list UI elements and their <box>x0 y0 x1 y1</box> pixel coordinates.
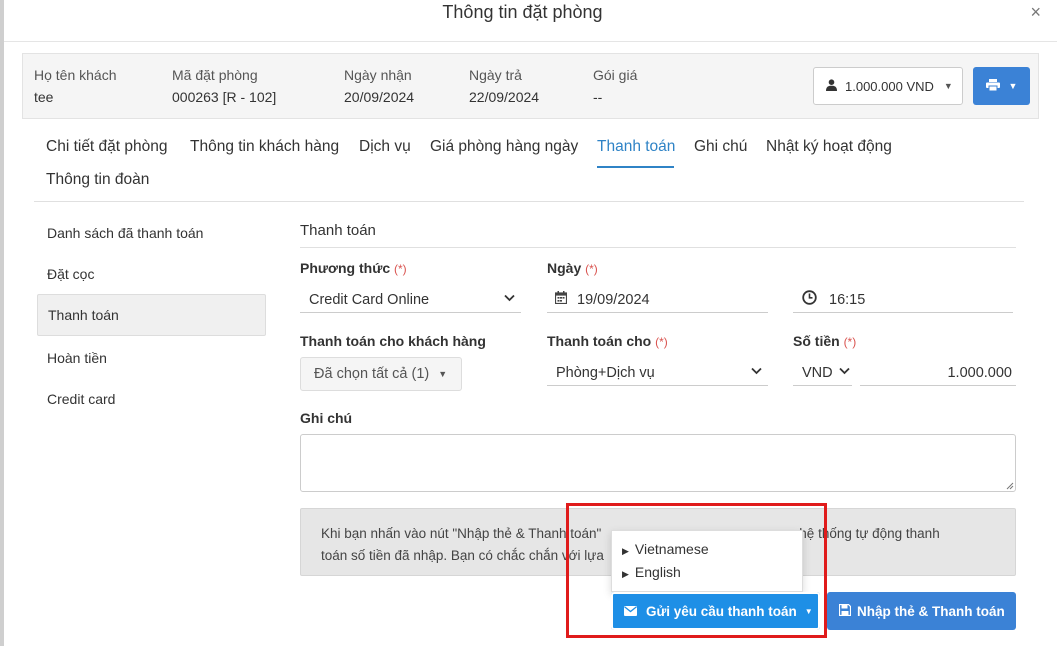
modal-header: Thông tin đặt phòng × <box>4 0 1057 42</box>
divider <box>300 247 1016 248</box>
caret-down-icon: ▼ <box>438 369 448 379</box>
user-icon <box>826 78 837 94</box>
amount-input[interactable]: 1.000.000 <box>860 360 1016 386</box>
amount-value: 1.000.000 <box>947 364 1012 381</box>
tab-payment[interactable]: Thanh toán <box>597 138 675 156</box>
sidebar-item-payment[interactable]: Thanh toán <box>37 294 266 336</box>
save-icon <box>838 603 852 619</box>
guest-name-value: tee <box>34 89 54 105</box>
currency-value: VND <box>802 364 833 381</box>
caret-right-icon: ▶ <box>622 546 629 556</box>
tab-booking-details[interactable]: Chi tiết đặt phòng <box>46 138 168 156</box>
guest-multiselect-button[interactable]: Đã chọn tất cả (1) ▼ <box>300 357 462 391</box>
language-option-vietnamese[interactable]: ▶ Vietnamese <box>622 541 709 557</box>
pay-for-select[interactable]: Phòng+Dịch vụ <box>547 360 768 386</box>
pay-for-value: Phòng+Dịch vụ <box>556 364 655 381</box>
rate-plan-label: Gói giá <box>593 67 638 83</box>
rate-plan-block: Gói giá -- <box>593 67 637 105</box>
amount-label: Số tiền (*) <box>793 333 857 349</box>
caret-down-icon: ▼ <box>943 81 953 91</box>
checkout-label: Ngày trả <box>469 67 522 83</box>
method-label: Phương thức (*) <box>300 260 407 276</box>
modal-title: Thông tin đặt phòng <box>442 2 603 22</box>
guest-multiselect-value: Đã chọn tất cả (1) <box>314 366 430 382</box>
sidebar-item-deposit[interactable]: Đặt cọc <box>37 253 266 295</box>
language-option-english[interactable]: ▶ English <box>622 564 681 580</box>
enter-card-and-pay-label: Nhập thẻ & Thanh toán <box>857 603 1005 619</box>
sidebar-item-label: Hoàn tiền <box>47 350 107 366</box>
envelope-icon <box>624 604 637 619</box>
date-input[interactable]: 19/09/2024 <box>547 287 768 313</box>
caret-down-icon: ▼ <box>1008 81 1018 91</box>
price-dropdown-button[interactable]: 1.000.000 VND ▼ <box>813 67 963 105</box>
sidebar-item-label: Credit card <box>47 391 116 407</box>
pay-for-label: Thanh toán cho (*) <box>547 333 668 349</box>
price-label: 1.000.000 VND <box>845 78 934 94</box>
checkin-label: Ngày nhận <box>344 67 412 83</box>
guest-name-block: Họ tên khách tee <box>34 67 117 105</box>
booking-code-block: Mã đặt phòng 000263 [R - 102] <box>172 67 276 105</box>
active-tab-indicator <box>597 166 674 168</box>
booking-code-label: Mã đặt phòng <box>172 67 258 83</box>
booking-summary: Họ tên khách tee Mã đặt phòng 000263 [R … <box>22 53 1039 119</box>
tab-daily-rates[interactable]: Giá phòng hàng ngày <box>430 138 578 156</box>
tab-activity-log[interactable]: Nhật ký hoạt động <box>766 138 892 156</box>
caret-down-icon: ▼ <box>804 606 813 616</box>
sidebar-item-label: Thanh toán <box>48 307 119 323</box>
time-input[interactable]: 16:15 <box>793 287 1013 313</box>
tab-customer-info[interactable]: Thông tin khách hàng <box>190 138 339 156</box>
send-payment-request-label: Gửi yêu cầu thanh toán <box>646 603 797 619</box>
note-label: Ghi chú <box>300 410 353 426</box>
checkin-value: 20/09/2024 <box>344 89 415 105</box>
clock-icon <box>802 290 817 309</box>
guest-name-label: Họ tên khách <box>34 67 117 83</box>
sidebar-item-refund[interactable]: Hoàn tiền <box>37 337 266 379</box>
chevron-down-icon <box>839 364 850 378</box>
checkout-value: 22/09/2024 <box>469 89 540 105</box>
date-label: Ngày (*) <box>547 260 598 276</box>
checkout-block: Ngày trả 22/09/2024 <box>469 67 539 105</box>
sidebar-item-label: Đặt cọc <box>47 266 95 282</box>
tab-group-info[interactable]: Thông tin đoàn <box>46 171 149 189</box>
caret-right-icon: ▶ <box>622 569 629 579</box>
date-value: 19/09/2024 <box>577 291 650 308</box>
booking-tabs: Chi tiết đặt phòng Thông tin khách hàng … <box>34 128 1024 202</box>
time-value: 16:15 <box>829 291 866 308</box>
checkin-block: Ngày nhận 20/09/2024 <box>344 67 414 105</box>
close-button[interactable]: × <box>1030 2 1041 23</box>
calendar-icon <box>554 291 568 308</box>
chevron-down-icon <box>504 291 515 305</box>
language-dropdown-menu: ▶ Vietnamese ▶ English <box>611 530 803 592</box>
payment-method-select[interactable]: Credit Card Online <box>300 287 521 313</box>
print-dropdown-button[interactable]: ▼ <box>973 67 1030 105</box>
payment-method-value: Credit Card Online <box>309 291 430 308</box>
currency-select[interactable]: VND <box>793 360 852 386</box>
chevron-down-icon <box>751 364 762 378</box>
pay-for-guest-label: Thanh toán cho khách hàng <box>300 333 486 349</box>
sidebar-item-paid-list[interactable]: Danh sách đã thanh toán <box>37 212 266 254</box>
tab-notes[interactable]: Ghi chú <box>694 138 747 156</box>
printer-icon <box>985 78 1000 94</box>
rate-plan-value: -- <box>593 89 603 105</box>
resize-handle-icon[interactable] <box>1006 482 1014 490</box>
booking-code-value: 000263 [R - 102] <box>172 89 277 105</box>
sidebar-item-credit-card[interactable]: Credit card <box>37 378 266 420</box>
note-textarea[interactable] <box>300 434 1016 492</box>
booking-info-modal: Thông tin đặt phòng × Họ tên khách tee M… <box>4 0 1057 646</box>
tab-services[interactable]: Dịch vụ <box>359 138 411 156</box>
sidebar-item-label: Danh sách đã thanh toán <box>47 225 204 241</box>
send-payment-request-button[interactable]: Gửi yêu cầu thanh toán ▼ <box>611 592 820 630</box>
section-title: Thanh toán <box>300 222 376 239</box>
enter-card-and-pay-button[interactable]: Nhập thẻ & Thanh toán <box>827 592 1016 630</box>
